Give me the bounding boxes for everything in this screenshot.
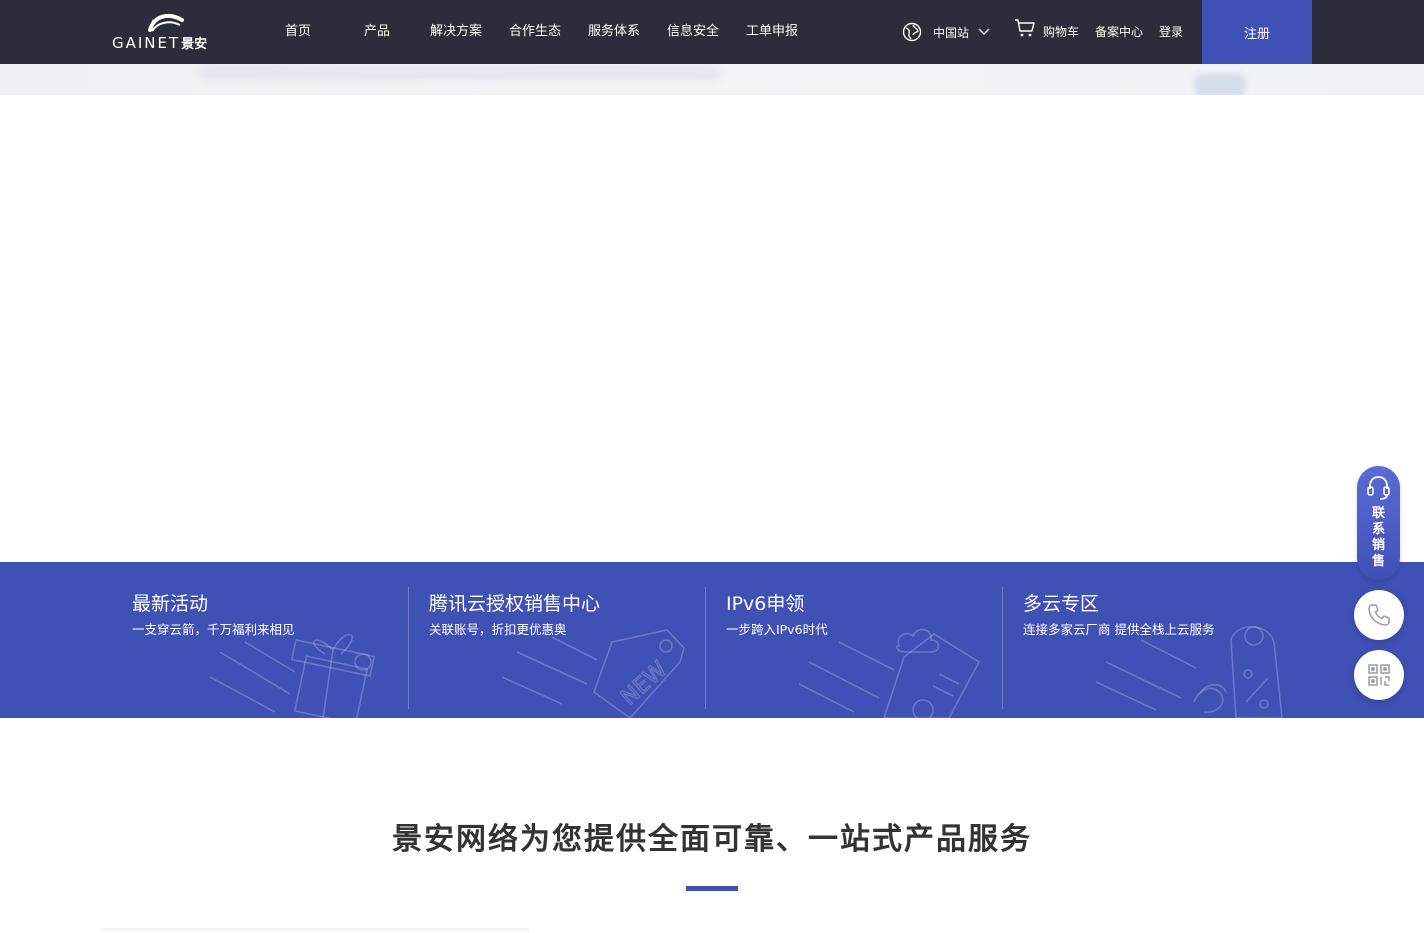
promo-band: 最新活动 一支穿云箭，千万福利来相见 腾讯云授权销售中心 关联账号，折扣更优惠奥 bbox=[0, 562, 1424, 718]
section-title: 景安网络为您提供全面可靠、一站式产品服务 bbox=[392, 822, 1032, 857]
promo-card-title: 多云专区 bbox=[1023, 593, 1100, 615]
promo-card-title: IPv6申领 bbox=[726, 593, 805, 615]
nav-item-info-security[interactable]: 信息安全 bbox=[667, 22, 719, 42]
hero-banner-edge bbox=[0, 64, 1424, 95]
qr-code-icon bbox=[1368, 664, 1390, 686]
nav-item-ecosystem[interactable]: 合作生态 bbox=[509, 22, 561, 42]
cart-label: 购物车 bbox=[1043, 24, 1080, 39]
new-tag-icon: NEW bbox=[502, 629, 685, 718]
nav-item-home[interactable]: 首页 bbox=[285, 22, 311, 42]
top-navigation-bar: GAINET景安 首页 产品 解决方案 合作生态 服务体系 信息安全 工单申报 … bbox=[0, 0, 1424, 64]
phone-icon bbox=[1368, 604, 1390, 626]
record-center-link[interactable]: 备案中心 bbox=[1095, 22, 1143, 42]
cart-link[interactable]: 购物车 bbox=[1014, 18, 1079, 44]
nav-item-products[interactable]: 产品 bbox=[364, 22, 390, 42]
hero-banner-area bbox=[0, 95, 1424, 562]
region-selector[interactable]: 中国站 bbox=[902, 20, 990, 44]
contact-sales-label: 联系销售 bbox=[1371, 506, 1385, 569]
globe-icon bbox=[902, 22, 922, 42]
logo-cn: 景安 bbox=[181, 37, 208, 52]
login-link[interactable]: 登录 bbox=[1159, 22, 1183, 42]
contact-sales-button[interactable]: 联系销售 bbox=[1357, 466, 1400, 580]
phone-button[interactable] bbox=[1354, 590, 1404, 640]
promo-card-tencent-cloud[interactable]: 腾讯云授权销售中心 关联账号，折扣更优惠奥 NEW bbox=[407, 562, 704, 718]
nav-item-service-system[interactable]: 服务体系 bbox=[588, 22, 640, 42]
hero-decoration bbox=[200, 66, 720, 80]
promo-card-latest-activity[interactable]: 最新活动 一支穿云箭，千万福利来相见 bbox=[110, 562, 407, 718]
discount-tag-icon bbox=[1096, 626, 1283, 718]
nav-item-solutions[interactable]: 解决方案 bbox=[430, 22, 482, 42]
gainet-logo[interactable]: GAINET景安 bbox=[110, 12, 242, 54]
headset-icon bbox=[1367, 476, 1390, 500]
section-title-underline bbox=[686, 886, 738, 891]
shopping-cart-icon bbox=[1015, 19, 1035, 37]
logo-latin: GAINET bbox=[112, 34, 181, 52]
cloud-clipboard-icon bbox=[799, 628, 981, 718]
register-label: 注册 bbox=[1243, 26, 1270, 42]
nav-item-ticket[interactable]: 工单申报 bbox=[746, 22, 798, 42]
promo-card-ipv6[interactable]: IPv6申领 一步跨入IPv6时代 bbox=[704, 562, 1001, 718]
chevron-down-icon bbox=[978, 28, 990, 35]
hero-decoration bbox=[1195, 74, 1245, 95]
promo-card-title: 腾讯云授权销售中心 bbox=[429, 593, 601, 615]
promo-card-multi-cloud[interactable]: 多云专区 连接多家云厂商 提供全栈上云服务 bbox=[1001, 562, 1298, 718]
register-button[interactable]: 注册 bbox=[1202, 0, 1312, 64]
content-card-edge bbox=[100, 928, 530, 933]
gift-icon bbox=[209, 633, 376, 718]
promo-card-title: 最新活动 bbox=[132, 593, 209, 615]
region-label: 中国站 bbox=[933, 25, 970, 40]
logo-wordmark: GAINET景安 bbox=[112, 33, 207, 52]
qr-code-button[interactable] bbox=[1354, 650, 1404, 700]
